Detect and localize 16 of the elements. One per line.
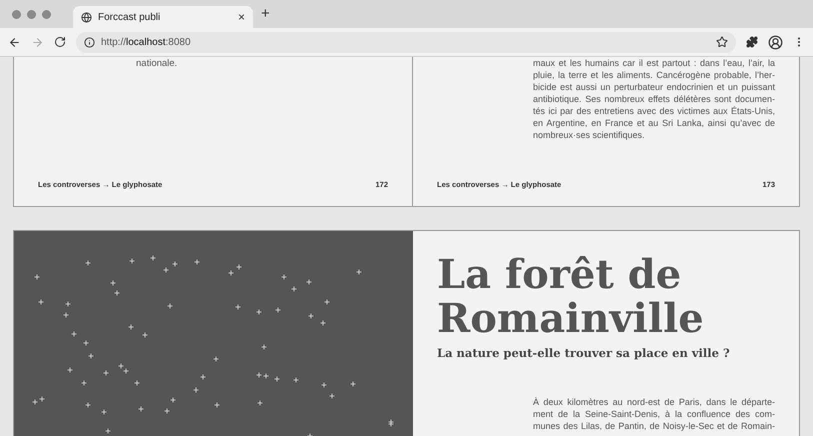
body-text: À deux kilomètres au nord-est de Paris, dans le départe- ment de la Seine-Saint-Denis, à la confluence des com- munes des Lilas, de Pantin, de Noisy-le-Sec et de Romain- (533, 396, 775, 432)
extensions-icon[interactable] (746, 36, 758, 48)
bookmark-star-icon[interactable] (716, 36, 728, 48)
body-text: maux et les humains car il est partout : dans l’eau, l’air, la pluie, la terre et les aliments. Cancérogène probable, l’her- bicide est aussi un perturbateur endocrinien et un puissant antibiotique. Ses nombreux effets délétères sont documen- tés ici par des entretiens avec des victimes aux États-Unis, en Argentine, en France et au Sri Lanka, ainsi qu’avec de nombreux·ses scientifiques. (533, 57, 775, 141)
browser-tab[interactable]: Forccast publi × (73, 6, 253, 28)
address-bar[interactable]: http://localhost:8080 (76, 32, 736, 52)
chapter-subtitle: La nature peut-elle trouver sa place en ville ? (437, 345, 731, 362)
chapter-title: La forêt de Romainville (437, 253, 705, 341)
profile-icon[interactable] (768, 34, 783, 50)
info-icon (84, 36, 95, 48)
body-text: nationale. (135, 57, 178, 71)
reload-icon[interactable] (54, 36, 66, 48)
close-tab-button[interactable]: × (238, 8, 245, 26)
back-icon[interactable] (8, 36, 21, 48)
new-tab-button[interactable]: + (261, 2, 270, 26)
globe-icon (81, 12, 92, 22)
